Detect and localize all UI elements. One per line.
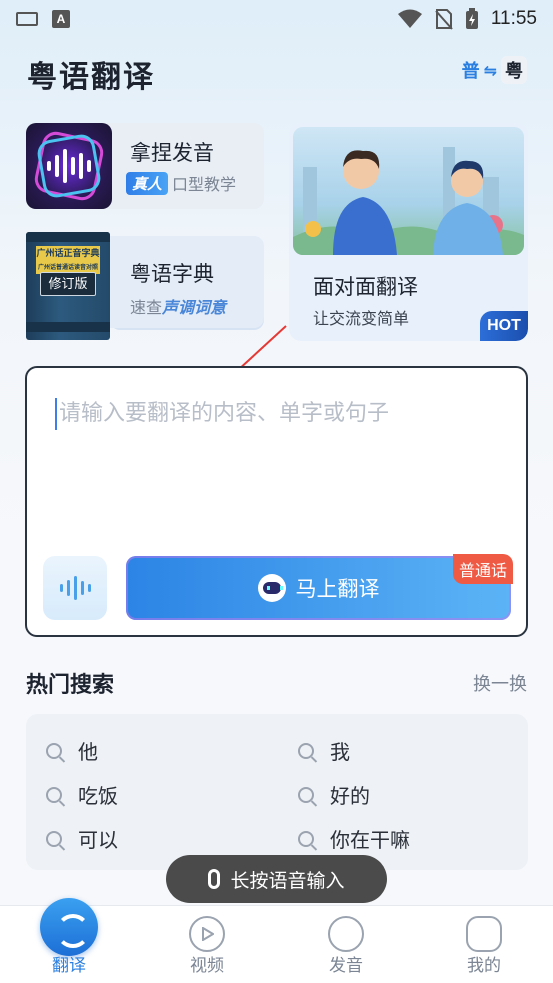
toast-label: 长按语音输入 — [230, 869, 345, 892]
microphone-icon — [208, 869, 221, 889]
nav-label: 视频 — [190, 956, 224, 976]
book-subtitle: 广州话普通话读音对照 — [37, 264, 98, 271]
face-to-face-subtitle: 让交流变简单 — [313, 309, 410, 328]
search-icon — [46, 830, 62, 847]
real-person-tag: 真人 — [126, 171, 169, 195]
hot-badge: HOT — [480, 311, 528, 341]
face-to-face-title: 面对面翻译 — [313, 275, 418, 299]
swap-arrows-icon: ⇋ — [483, 60, 497, 80]
pronunciation-subtitle: 口型教学 — [172, 175, 237, 194]
face-to-face-illustration — [293, 127, 524, 255]
translate-button[interactable]: 马上翻译 普通话 — [126, 554, 513, 620]
hot-search-title: 热门搜索 — [26, 673, 115, 698]
nav-item-translate[interactable]: 翻译 — [19, 898, 119, 983]
nav-label: 发音 — [329, 956, 363, 976]
dictionary-title: 粤语字典 — [130, 262, 214, 286]
search-icon — [46, 742, 62, 759]
wifi-icon — [397, 9, 422, 28]
nav-item-pronunciation[interactable]: 发音 — [296, 906, 396, 983]
refresh-button[interactable]: 换一换 — [473, 670, 527, 696]
play-icon — [189, 916, 225, 952]
nav-label: 翻译 — [52, 956, 86, 976]
hot-search-item[interactable]: 你在干嘛 — [298, 824, 410, 853]
hot-search-item[interactable]: 吃饭 — [46, 780, 118, 809]
face-to-face-card[interactable]: 面对面翻译 让交流变简单 HOT — [289, 123, 528, 341]
search-icon — [298, 786, 314, 803]
hot-search-item[interactable]: 我 — [298, 736, 350, 765]
translation-input-box[interactable]: 请输入要翻译的内容、单字或句子 马上翻译 普通话 — [25, 366, 528, 637]
mode-badge[interactable]: 普通话 — [452, 554, 513, 584]
book-title: 广州话正音字典 — [36, 249, 100, 259]
sound-wave-thumbnail — [26, 123, 112, 209]
search-icon — [298, 742, 314, 759]
search-icon — [298, 830, 314, 847]
nav-item-video[interactable]: 视频 — [157, 906, 257, 983]
status-bar: A 11:55 — [0, 0, 553, 38]
language-switch[interactable]: 普 ⇋ 粤 — [462, 56, 527, 84]
dictionary-subtitle-prefix: 速查 — [130, 298, 163, 317]
dictionary-card[interactable]: 广州话正音字典 广州话普通话读音对照 修订版 粤语字典 速查声调词意 — [26, 232, 264, 340]
profile-icon — [466, 916, 502, 952]
hot-search-item[interactable]: 他 — [46, 736, 98, 765]
app-notification-icon: A — [52, 10, 70, 28]
speaking-face-icon — [328, 916, 364, 952]
voice-input-button[interactable] — [43, 556, 107, 620]
bottom-nav: 翻译 视频 发音 我的 — [0, 898, 553, 983]
target-lang: 粤 — [501, 56, 527, 84]
nav-item-mine[interactable]: 我的 — [434, 906, 534, 983]
status-time: 11:55 — [490, 8, 537, 29]
source-lang: 普 — [461, 61, 480, 82]
book-label: 修订版 — [40, 272, 96, 296]
translate-nav-icon — [40, 898, 98, 956]
page-title: 粤语翻译 — [27, 60, 155, 95]
sound-wave-icon — [59, 576, 91, 600]
dictionary-book-image: 广州话正音字典 广州话普通话读音对照 修订版 — [26, 232, 110, 340]
voice-input-toast[interactable]: 长按语音输入 — [166, 855, 387, 903]
translate-button-label: 马上翻译 — [295, 577, 380, 601]
battery-charging-icon — [465, 8, 478, 29]
pronunciation-card[interactable]: 拿捏发音 真人 口型教学 — [26, 123, 264, 209]
translation-input[interactable]: 请输入要翻译的内容、单字或句子 — [55, 398, 389, 430]
no-sim-icon — [435, 9, 453, 30]
nav-label: 我的 — [467, 956, 501, 976]
hot-search-panel: 他 我 吃饭 好的 可以 你在干嘛 — [26, 714, 528, 870]
robot-icon — [257, 574, 286, 602]
hot-search-item[interactable]: 好的 — [298, 780, 370, 809]
pronunciation-title: 拿捏发音 — [130, 141, 214, 165]
search-icon — [46, 786, 62, 803]
dictionary-subtitle-emph: 声调词意 — [162, 298, 227, 317]
hot-search-item[interactable]: 可以 — [46, 824, 118, 853]
keyboard-icon — [16, 12, 38, 26]
